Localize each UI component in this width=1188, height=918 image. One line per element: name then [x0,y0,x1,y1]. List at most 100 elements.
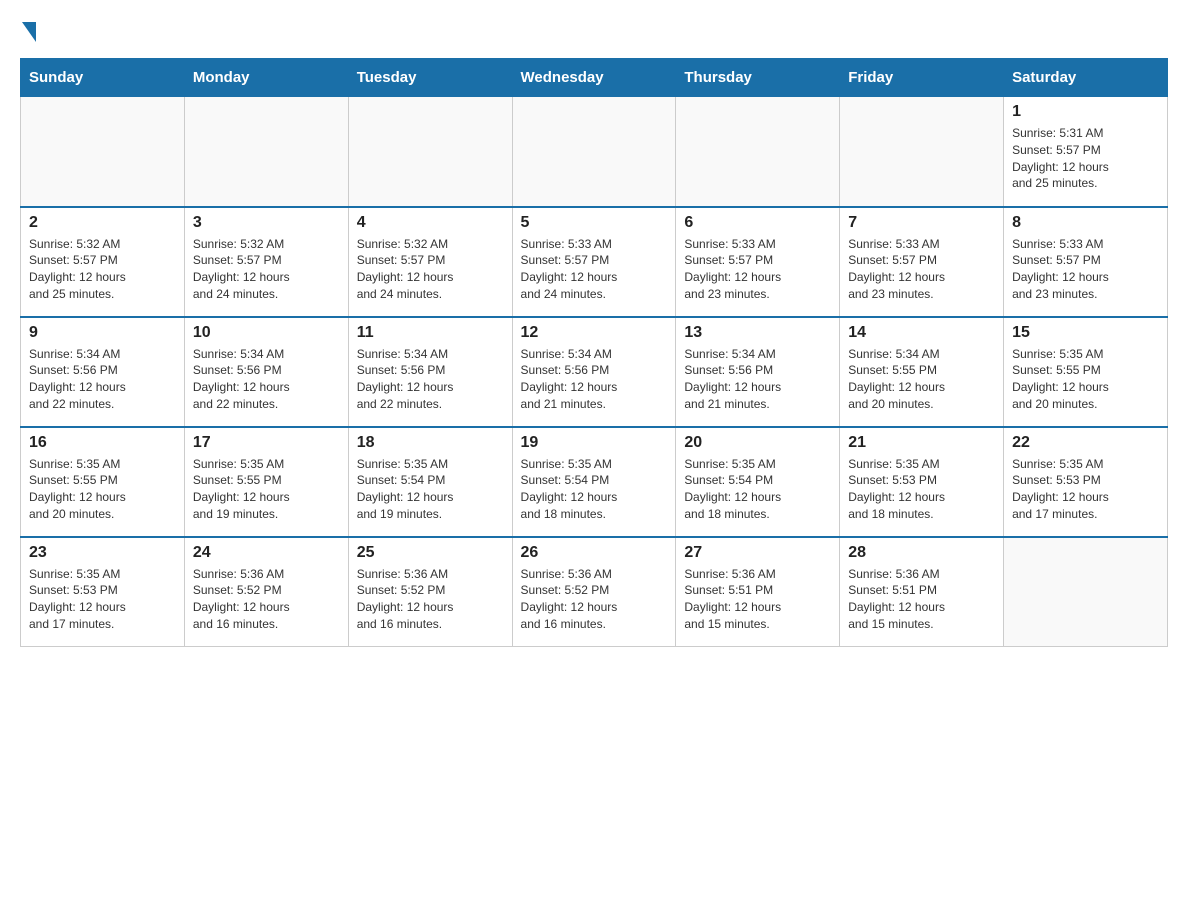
calendar-week-row: 23 Sunrise: 5:35 AM Sunset: 5:53 PM Dayli… [21,537,1168,647]
day-info: Sunrise: 5:36 AM Sunset: 5:52 PM Dayligh… [357,566,504,633]
day-number: 13 [684,324,831,342]
day-info: Sunrise: 5:35 AM Sunset: 5:53 PM Dayligh… [848,456,995,523]
day-number: 9 [29,324,176,342]
calendar-table: SundayMondayTuesdayWednesdayThursdayFrid… [20,58,1168,647]
day-info: Sunrise: 5:35 AM Sunset: 5:55 PM Dayligh… [1012,346,1159,413]
calendar-cell: 22 Sunrise: 5:35 AM Sunset: 5:53 PM Dayli… [1004,427,1168,537]
calendar-cell: 20 Sunrise: 5:35 AM Sunset: 5:54 PM Dayli… [676,427,840,537]
day-number: 8 [1012,214,1159,232]
calendar-cell: 24 Sunrise: 5:36 AM Sunset: 5:52 PM Dayli… [184,537,348,647]
calendar-cell [676,97,840,207]
day-number: 22 [1012,434,1159,452]
calendar-week-row: 1 Sunrise: 5:31 AM Sunset: 5:57 PM Daylig… [21,97,1168,207]
calendar-cell: 8 Sunrise: 5:33 AM Sunset: 5:57 PM Daylig… [1004,207,1168,317]
day-number: 5 [521,214,668,232]
day-number: 10 [193,324,340,342]
day-number: 2 [29,214,176,232]
day-number: 19 [521,434,668,452]
day-info: Sunrise: 5:35 AM Sunset: 5:53 PM Dayligh… [29,566,176,633]
calendar-cell [1004,537,1168,647]
day-info: Sunrise: 5:35 AM Sunset: 5:54 PM Dayligh… [521,456,668,523]
day-info: Sunrise: 5:33 AM Sunset: 5:57 PM Dayligh… [848,236,995,303]
page-header [20,20,1168,38]
calendar-cell: 23 Sunrise: 5:35 AM Sunset: 5:53 PM Dayli… [21,537,185,647]
calendar-cell [184,97,348,207]
day-info: Sunrise: 5:32 AM Sunset: 5:57 PM Dayligh… [357,236,504,303]
logo-arrow-icon [22,22,36,42]
calendar-cell: 5 Sunrise: 5:33 AM Sunset: 5:57 PM Daylig… [512,207,676,317]
calendar-week-row: 2 Sunrise: 5:32 AM Sunset: 5:57 PM Daylig… [21,207,1168,317]
calendar-cell [348,97,512,207]
day-info: Sunrise: 5:35 AM Sunset: 5:54 PM Dayligh… [684,456,831,523]
calendar-cell: 3Sunrise: 5:32 AM Sunset: 5:57 PM Daylig… [184,207,348,317]
day-info: Sunrise: 5:36 AM Sunset: 5:51 PM Dayligh… [848,566,995,633]
calendar-cell: 7 Sunrise: 5:33 AM Sunset: 5:57 PM Daylig… [840,207,1004,317]
calendar-cell: 17 Sunrise: 5:35 AM Sunset: 5:55 PM Dayli… [184,427,348,537]
calendar-cell [840,97,1004,207]
calendar-cell: 18 Sunrise: 5:35 AM Sunset: 5:54 PM Dayli… [348,427,512,537]
calendar-cell: 19 Sunrise: 5:35 AM Sunset: 5:54 PM Dayli… [512,427,676,537]
day-number: 7 [848,214,995,232]
day-number: 25 [357,544,504,562]
day-info: Sunrise: 5:35 AM Sunset: 5:55 PM Dayligh… [193,456,340,523]
day-info: Sunrise: 5:34 AM Sunset: 5:56 PM Dayligh… [521,346,668,413]
calendar-cell: 25 Sunrise: 5:36 AM Sunset: 5:52 PM Dayli… [348,537,512,647]
weekday-header-row: SundayMondayTuesdayWednesdayThursdayFrid… [21,59,1168,97]
logo [20,20,36,38]
day-info: Sunrise: 5:34 AM Sunset: 5:56 PM Dayligh… [193,346,340,413]
calendar-cell: 6Sunrise: 5:33 AM Sunset: 5:57 PM Daylig… [676,207,840,317]
day-info: Sunrise: 5:35 AM Sunset: 5:53 PM Dayligh… [1012,456,1159,523]
day-info: Sunrise: 5:34 AM Sunset: 5:56 PM Dayligh… [684,346,831,413]
day-number: 18 [357,434,504,452]
day-number: 23 [29,544,176,562]
calendar-cell: 15 Sunrise: 5:35 AM Sunset: 5:55 PM Dayli… [1004,317,1168,427]
calendar-cell: 2 Sunrise: 5:32 AM Sunset: 5:57 PM Daylig… [21,207,185,317]
calendar-cell: 13 Sunrise: 5:34 AM Sunset: 5:56 PM Dayli… [676,317,840,427]
day-info: Sunrise: 5:33 AM Sunset: 5:57 PM Dayligh… [1012,236,1159,303]
day-info: Sunrise: 5:33 AM Sunset: 5:57 PM Dayligh… [521,236,668,303]
calendar-cell: 4 Sunrise: 5:32 AM Sunset: 5:57 PM Daylig… [348,207,512,317]
calendar-cell: 16 Sunrise: 5:35 AM Sunset: 5:55 PM Dayli… [21,427,185,537]
day-number: 6 [684,214,831,232]
weekday-header-sunday: Sunday [21,59,185,97]
calendar-cell: 28 Sunrise: 5:36 AM Sunset: 5:51 PM Dayli… [840,537,1004,647]
day-number: 1 [1012,103,1159,121]
calendar-cell [21,97,185,207]
day-info: Sunrise: 5:35 AM Sunset: 5:54 PM Dayligh… [357,456,504,523]
calendar-cell: 14 Sunrise: 5:34 AM Sunset: 5:55 PM Dayli… [840,317,1004,427]
day-info: Sunrise: 5:34 AM Sunset: 5:56 PM Dayligh… [29,346,176,413]
calendar-cell: 10 Sunrise: 5:34 AM Sunset: 5:56 PM Dayli… [184,317,348,427]
day-number: 17 [193,434,340,452]
calendar-cell: 11 Sunrise: 5:34 AM Sunset: 5:56 PM Dayli… [348,317,512,427]
calendar-cell: 1 Sunrise: 5:31 AM Sunset: 5:57 PM Daylig… [1004,97,1168,207]
weekday-header-wednesday: Wednesday [512,59,676,97]
day-info: Sunrise: 5:34 AM Sunset: 5:55 PM Dayligh… [848,346,995,413]
day-number: 3 [193,214,340,232]
day-number: 28 [848,544,995,562]
calendar-cell: 21 Sunrise: 5:35 AM Sunset: 5:53 PM Dayli… [840,427,1004,537]
calendar-cell [512,97,676,207]
day-info: Sunrise: 5:32 AM Sunset: 5:57 PM Dayligh… [29,236,176,303]
day-number: 20 [684,434,831,452]
weekday-header-monday: Monday [184,59,348,97]
day-info: Sunrise: 5:34 AM Sunset: 5:56 PM Dayligh… [357,346,504,413]
day-number: 14 [848,324,995,342]
weekday-header-thursday: Thursday [676,59,840,97]
calendar-cell: 26Sunrise: 5:36 AM Sunset: 5:52 PM Dayli… [512,537,676,647]
day-number: 11 [357,324,504,342]
day-number: 15 [1012,324,1159,342]
calendar-week-row: 16 Sunrise: 5:35 AM Sunset: 5:55 PM Dayli… [21,427,1168,537]
day-number: 26 [521,544,668,562]
weekday-header-saturday: Saturday [1004,59,1168,97]
day-number: 21 [848,434,995,452]
day-number: 12 [521,324,668,342]
day-info: Sunrise: 5:36 AM Sunset: 5:51 PM Dayligh… [684,566,831,633]
calendar-week-row: 9 Sunrise: 5:34 AM Sunset: 5:56 PM Daylig… [21,317,1168,427]
day-info: Sunrise: 5:31 AM Sunset: 5:57 PM Dayligh… [1012,125,1159,192]
day-info: Sunrise: 5:36 AM Sunset: 5:52 PM Dayligh… [193,566,340,633]
calendar-cell: 9 Sunrise: 5:34 AM Sunset: 5:56 PM Daylig… [21,317,185,427]
day-number: 16 [29,434,176,452]
day-number: 4 [357,214,504,232]
day-info: Sunrise: 5:35 AM Sunset: 5:55 PM Dayligh… [29,456,176,523]
day-number: 24 [193,544,340,562]
